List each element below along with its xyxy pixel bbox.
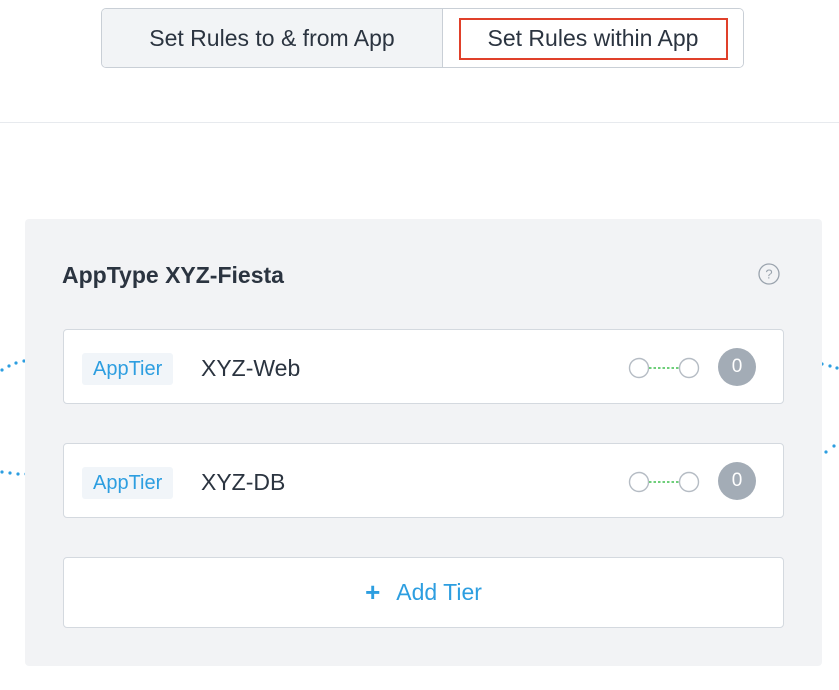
rule-count-badge: 0 bbox=[718, 348, 756, 386]
apptier-badge: AppTier bbox=[82, 467, 174, 499]
tier-name: XYZ-Web bbox=[201, 355, 301, 381]
plus-icon: + bbox=[365, 577, 381, 607]
tier-row-xyz-web[interactable]: AppTier XYZ-Web 0 bbox=[63, 329, 784, 404]
connection-toggle-icon[interactable] bbox=[628, 471, 700, 493]
set-rules-within-app-button[interactable]: Set Rules within App bbox=[443, 9, 743, 67]
header-divider bbox=[0, 122, 839, 123]
tier-name: XYZ-DB bbox=[201, 469, 286, 495]
rule-count-badge: 0 bbox=[718, 462, 756, 500]
rules-mode-toggle: Set Rules to & from App Set Rules within… bbox=[101, 8, 744, 68]
svg-text:?: ? bbox=[765, 267, 772, 282]
set-rules-within-app-label: Set Rules within App bbox=[487, 24, 699, 51]
set-rules-to-from-app-button[interactable]: Set Rules to & from App bbox=[102, 9, 443, 67]
add-tier-button[interactable]: + Add Tier bbox=[63, 557, 784, 628]
question-circle-icon[interactable]: ? bbox=[758, 263, 780, 285]
connection-toggle-icon[interactable] bbox=[628, 357, 700, 379]
set-rules-to-from-app-label: Set Rules to & from App bbox=[149, 24, 395, 51]
apptier-badge: AppTier bbox=[82, 353, 174, 385]
tier-row-xyz-db[interactable]: AppTier XYZ-DB 0 bbox=[63, 443, 784, 518]
add-tier-label: Add Tier bbox=[396, 579, 482, 605]
panel-title: AppType XYZ-Fiesta bbox=[62, 262, 284, 288]
